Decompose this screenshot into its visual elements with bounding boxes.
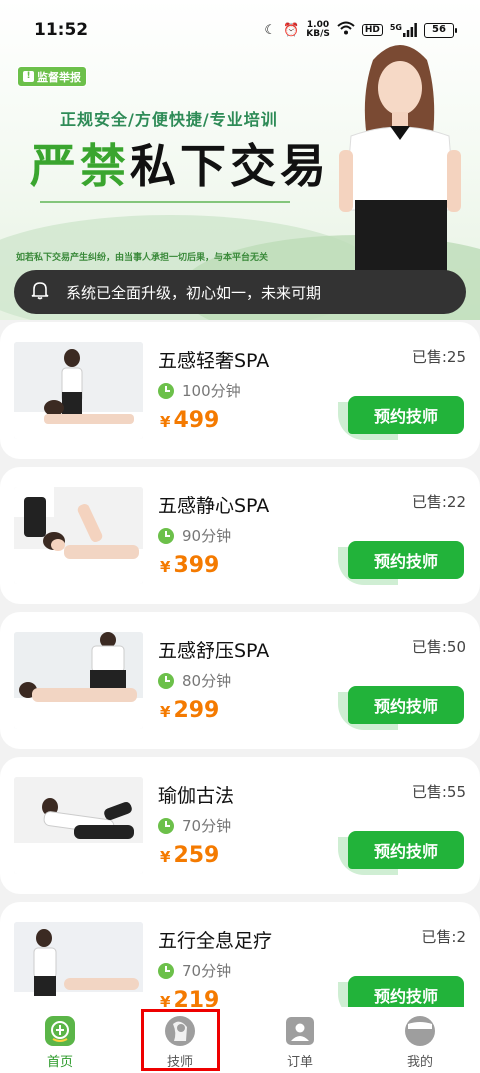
notice-bar[interactable]: 系统已全面升级，初心如一，未来可期 <box>14 270 466 314</box>
currency-symbol: ¥ <box>160 703 171 721</box>
technician-tab-highlight-box <box>141 1009 220 1071</box>
currency-symbol: ¥ <box>160 848 171 866</box>
service-price: ¥219 <box>160 988 219 1007</box>
sold-count: 已售:50 <box>411 638 466 656</box>
service-name[interactable]: 五感轻奢SPA <box>158 346 269 373</box>
book-technician-button[interactable]: 预约技师 <box>348 831 464 869</box>
warning-icon: ! <box>23 71 34 82</box>
service-card[interactable]: 瑜伽古法 已售:55 70分钟 ¥259 预约技师 <box>0 757 480 894</box>
service-thumbnail[interactable] <box>14 342 143 439</box>
net-speed-unit: KB/S <box>306 29 330 39</box>
service-thumbnail[interactable] <box>14 777 143 874</box>
report-badge-label: 监督举报 <box>37 70 81 84</box>
service-card[interactable]: 五感舒压SPA 已售:50 80分钟 ¥299 预约技师 <box>0 612 480 749</box>
clock-icon <box>158 672 174 689</box>
currency-symbol: ¥ <box>160 993 171 1007</box>
service-name[interactable]: 五感静心SPA <box>158 491 269 518</box>
service-card[interactable]: 五行全息足疗 已售:2 70分钟 ¥219 预约技师 <box>0 902 480 1007</box>
duration-label: 90分钟 <box>182 527 232 545</box>
sold-count: 已售:55 <box>411 783 466 801</box>
price-value: 499 <box>173 408 220 433</box>
service-card[interactable]: 五感轻奢SPA 已售:25 100分钟 ¥499 预约技师 <box>0 322 480 459</box>
book-technician-button[interactable]: 预约技师 <box>348 686 464 724</box>
book-button-wrapper: 预约技师 <box>338 541 464 585</box>
duration-label: 70分钟 <box>182 817 232 835</box>
service-name[interactable]: 五感舒压SPA <box>158 636 269 663</box>
sold-count: 已售:25 <box>411 348 466 366</box>
status-time: 11:52 <box>34 20 89 40</box>
tab-orders-label: 订单 <box>286 1055 313 1070</box>
status-bar: 11:52 ☾ ⏰ 1.00 KB/S HD 5G 56 <box>0 0 480 60</box>
signal-icon: 5G <box>390 23 417 37</box>
book-button-wrapper: 预约技师 <box>338 396 464 440</box>
book-button-wrapper: 预约技师 <box>338 976 464 1007</box>
banner-title: 严禁私下交易 <box>30 130 330 196</box>
book-button-wrapper: 预约技师 <box>338 831 464 875</box>
status-icons: ☾ ⏰ 1.00 KB/S HD 5G 56 <box>264 21 457 39</box>
currency-symbol: ¥ <box>160 558 171 576</box>
banner-subtitle: 正规安全/方便快捷/专业培训 <box>60 110 278 129</box>
signal-label: 5G <box>389 23 402 32</box>
sold-count: 已售:22 <box>411 493 466 511</box>
sold-count: 已售:2 <box>421 928 466 946</box>
price-value: 219 <box>173 988 220 1007</box>
service-duration: 70分钟 <box>158 815 231 836</box>
bell-icon <box>30 280 50 304</box>
duration-label: 100分钟 <box>182 382 241 400</box>
service-duration: 70分钟 <box>158 960 231 981</box>
orders-icon <box>286 1017 314 1045</box>
tab-home-label: 首页 <box>46 1055 73 1070</box>
book-technician-button[interactable]: 预约技师 <box>348 976 464 1007</box>
alarm-icon: ⏰ <box>283 22 300 38</box>
service-duration: 100分钟 <box>158 380 241 401</box>
clock-icon <box>158 382 174 399</box>
duration-label: 70分钟 <box>182 962 232 980</box>
banner-divider <box>40 201 290 203</box>
banner-title-rest: 私下交易 <box>130 139 330 193</box>
report-badge[interactable]: ! 监督举报 <box>17 66 87 87</box>
price-value: 259 <box>173 843 220 868</box>
tab-orders[interactable]: 订单 <box>240 1007 360 1073</box>
moon-icon: ☾ <box>264 22 277 38</box>
service-price: ¥399 <box>160 553 219 578</box>
tab-home[interactable]: 首页 <box>0 1007 120 1073</box>
service-thumbnail[interactable] <box>14 487 143 584</box>
hd-badge: HD <box>361 24 383 36</box>
battery-icon: 56 <box>424 22 457 38</box>
clock-icon <box>158 527 174 544</box>
service-price: ¥499 <box>160 408 219 433</box>
bottom-tab-bar: 首页 技师 订单 我的 <box>0 1007 480 1073</box>
banner-title-highlight: 严禁 <box>30 139 130 193</box>
notice-text: 系统已全面升级，初心如一，未来可期 <box>66 283 322 302</box>
tab-mine[interactable]: 我的 <box>360 1007 480 1073</box>
service-thumbnail[interactable] <box>14 922 143 1007</box>
banner-model-image <box>339 45 461 272</box>
book-button-wrapper: 预约技师 <box>338 686 464 730</box>
tab-mine-label: 我的 <box>406 1055 433 1070</box>
profile-icon <box>405 1016 435 1046</box>
service-duration: 80分钟 <box>158 670 231 691</box>
service-price: ¥259 <box>160 843 219 868</box>
clock-icon <box>158 817 174 834</box>
home-icon <box>45 1016 75 1046</box>
service-card[interactable]: 五感静心SPA 已售:22 90分钟 ¥399 预约技师 <box>0 467 480 604</box>
duration-label: 80分钟 <box>182 672 232 690</box>
service-list[interactable]: 五感轻奢SPA 已售:25 100分钟 ¥499 预约技师 五感静心SPA 已售… <box>0 322 480 1007</box>
service-price: ¥299 <box>160 698 219 723</box>
service-name[interactable]: 瑜伽古法 <box>158 781 234 808</box>
book-technician-button[interactable]: 预约技师 <box>348 396 464 434</box>
price-value: 299 <box>173 698 220 723</box>
price-value: 399 <box>173 553 220 578</box>
service-duration: 90分钟 <box>158 525 231 546</box>
wifi-icon <box>337 21 355 39</box>
service-thumbnail[interactable] <box>14 632 143 729</box>
net-speed: 1.00 KB/S <box>306 21 330 39</box>
service-name[interactable]: 五行全息足疗 <box>158 926 272 953</box>
book-technician-button[interactable]: 预约技师 <box>348 541 464 579</box>
currency-symbol: ¥ <box>160 413 171 431</box>
clock-icon <box>158 962 174 979</box>
banner-disclaimer: 如若私下交易产生纠纷，由当事人承担一切后果，与本平台无关 <box>16 253 269 263</box>
